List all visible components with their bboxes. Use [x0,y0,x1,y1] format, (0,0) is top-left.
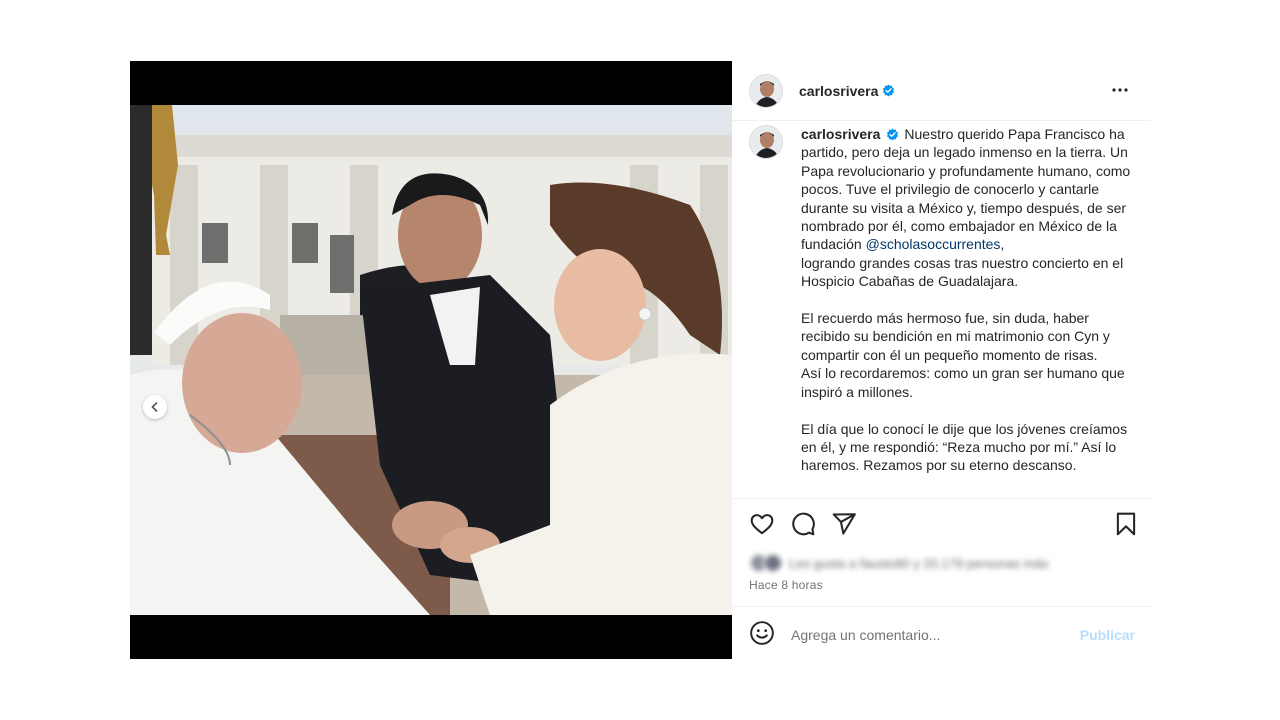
post-actions [749,511,1144,539]
more-options-button[interactable] [1111,81,1129,104]
carousel-prev-button[interactable] [143,395,167,419]
add-comment-bar: Publicar [749,617,1135,653]
caption-author-username[interactable]: carlosrivera [801,126,880,142]
share-button[interactable] [831,511,857,542]
more-options-icon [1112,88,1128,92]
divider [732,606,1151,607]
caption-body: Nuestro querido Papa Francisco ha partid… [801,126,1131,253]
post-timestamp[interactable]: Hace 8 horas [749,578,823,592]
like-button[interactable] [749,511,775,542]
emoji-icon [750,620,774,645]
caption-body-continued: , logrando grandes cosas tras nuestro co… [801,236,1128,474]
likes-text: Les gusta a fausto90 y 20.179 personas m… [789,555,1049,571]
post-details-panel: carlosrivera carlosrivera Nuestro querido… [732,61,1151,659]
bookmark-icon [1116,512,1136,536]
caption-section: carlosrivera Nuestro querido Papa Francis… [749,125,1144,497]
verified-badge-icon [883,84,895,97]
comment-icon [792,512,815,536]
post-media [130,61,732,659]
avatar-image [750,126,782,158]
photo-illustration [130,105,732,615]
verified-badge-icon [887,128,899,141]
likes-summary[interactable]: Les gusta a fausto90 y 20.179 personas m… [749,553,1089,573]
author-username[interactable]: carlosrivera [799,83,878,99]
avatar-image [750,74,782,107]
share-icon [832,513,856,535]
post-caption: carlosrivera Nuestro querido Papa Francis… [801,125,1141,475]
liker-avatar [763,553,783,573]
caption-author-avatar[interactable] [749,125,783,159]
publish-button[interactable]: Publicar [1080,627,1135,643]
heart-icon [750,514,774,535]
author-avatar[interactable] [749,73,783,108]
post-photo[interactable] [130,105,732,615]
post-header: carlosrivera [732,61,1151,121]
save-button[interactable] [1113,511,1139,542]
divider [732,498,1151,499]
comment-button[interactable] [790,511,816,542]
caption-mention-link[interactable]: @scholasoccurrentes [866,236,1001,252]
comment-input[interactable] [791,627,1071,643]
emoji-button[interactable] [749,620,775,651]
chevron-left-icon [151,402,158,412]
